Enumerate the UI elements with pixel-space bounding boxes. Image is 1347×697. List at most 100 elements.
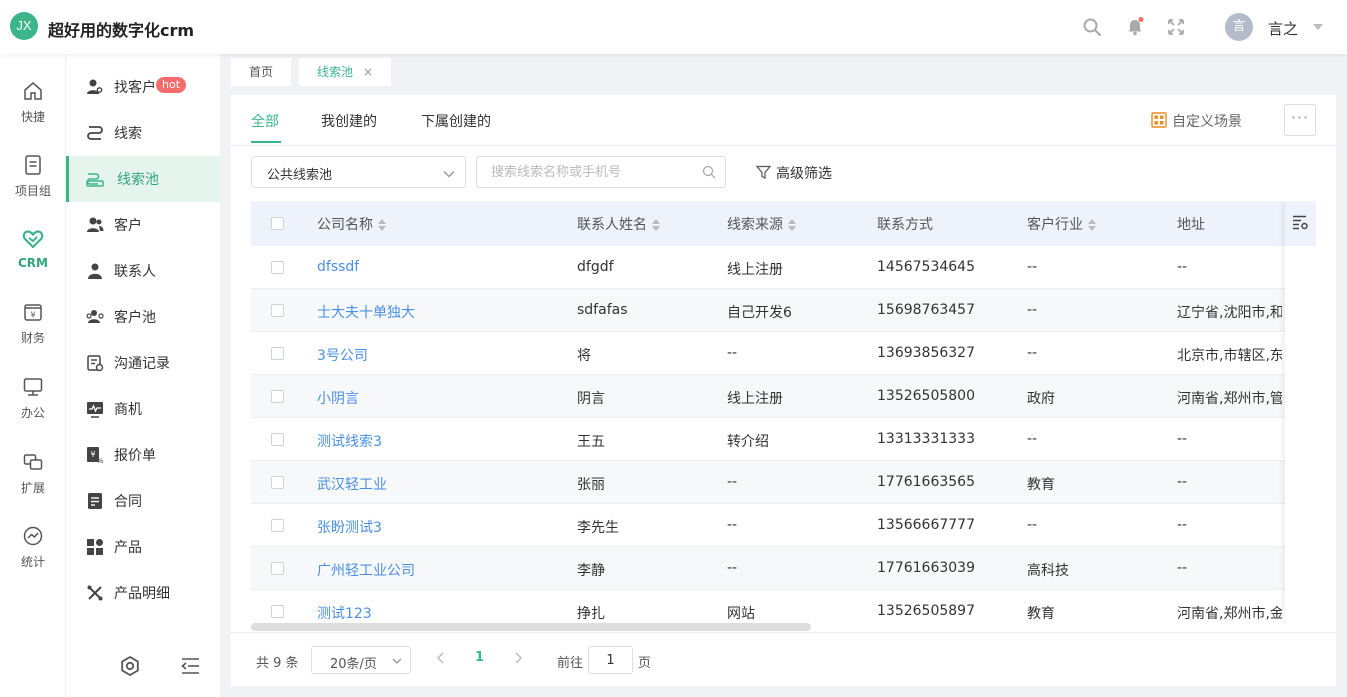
phone-cell: 15698763457	[877, 302, 975, 318]
collapse-menu-icon[interactable]	[179, 655, 201, 677]
username[interactable]: 言之	[1268, 18, 1298, 39]
svg-text:%: %	[97, 457, 104, 464]
sort-icon[interactable]	[652, 219, 660, 231]
page-tab-clue-pool[interactable]: 线索池 ×	[299, 58, 392, 86]
subnav-item-label: 找客户	[114, 80, 156, 96]
row-checkbox[interactable]	[271, 605, 284, 618]
page-size-select[interactable]: 20条/页	[311, 646, 411, 674]
table-row[interactable]: 广州轻工业公司 李静 -- 17761663039 高科技 --	[251, 547, 1316, 590]
column-header-contact-name[interactable]: 联系人姓名	[577, 214, 660, 234]
close-icon[interactable]: ×	[363, 65, 373, 79]
column-header-source[interactable]: 线索来源	[727, 214, 796, 234]
rail-item-finance[interactable]: ¥ 财务	[0, 301, 66, 361]
table-row[interactable]: 士大夫十单独大 sdfafas 自己开发6 15698763457 -- 辽宁省…	[251, 289, 1316, 332]
subnav-item-record[interactable]: 沟通记录	[66, 340, 220, 386]
row-checkbox[interactable]	[271, 347, 284, 360]
phone-cell: 13693856327	[877, 345, 975, 361]
rail-item-extend[interactable]: 扩展	[0, 451, 66, 511]
more-button[interactable]: ···	[1284, 104, 1316, 136]
sort-icon[interactable]	[788, 219, 796, 231]
contract-icon	[88, 493, 102, 509]
rail-item-project[interactable]: 项目组	[0, 154, 66, 214]
divider	[231, 145, 1336, 146]
subnav-item-product[interactable]: 产品	[66, 524, 220, 570]
subnav-item-customer[interactable]: 客户	[66, 202, 220, 248]
row-checkbox[interactable]	[271, 519, 284, 532]
company-name-link[interactable]: 张盼测试3	[317, 517, 382, 537]
company-name-link[interactable]: 士大夫十单独大	[317, 302, 415, 322]
sort-icon[interactable]	[1088, 219, 1096, 231]
crm-subnav: 找客户 hot 线索 线索池 客户 联系人 客户池 沟通记录 商机 ¥% 报价单…	[66, 54, 220, 697]
company-name-link[interactable]: 广州轻工业公司	[317, 560, 415, 580]
company-name-link[interactable]: dfssdf	[317, 259, 359, 275]
search-input[interactable]	[476, 156, 726, 188]
row-checkbox[interactable]	[271, 304, 284, 317]
source-cell: 线上注册	[727, 391, 783, 407]
rail-item-office[interactable]: 办公	[0, 376, 66, 436]
subnav-item-clue-pool[interactable]: 线索池	[66, 156, 220, 202]
row-checkbox[interactable]	[271, 261, 284, 274]
company-name-link[interactable]: 3号公司	[317, 345, 368, 365]
page-number-current[interactable]: 1	[475, 650, 484, 665]
bell-icon[interactable]	[1125, 17, 1145, 37]
subnav-item-contact[interactable]: 联系人	[66, 248, 220, 294]
subnav-item-opportunity[interactable]: 商机	[66, 386, 220, 432]
subnav-item-clue[interactable]: 线索	[66, 110, 220, 156]
chevron-left-icon[interactable]	[435, 650, 447, 666]
rail-item-quick[interactable]: 快捷	[0, 80, 66, 140]
chevron-down-icon[interactable]	[1313, 24, 1323, 30]
subnav-item-contract[interactable]: 合同	[66, 478, 220, 524]
company-name-link[interactable]: 小阴言	[317, 388, 359, 408]
sort-icon[interactable]	[378, 219, 386, 231]
scene-tab-all[interactable]: 全部	[251, 111, 279, 131]
scene-tab-subordinates[interactable]: 下属创建的	[421, 111, 491, 131]
subnav-item-product-detail[interactable]: 产品明细	[66, 570, 220, 616]
contact-name-cell: 将	[577, 348, 591, 364]
document-icon	[25, 155, 41, 175]
row-checkbox[interactable]	[271, 390, 284, 403]
settings-icon[interactable]	[119, 655, 141, 677]
table-row[interactable]: 测试线索3 王五 转介绍 13313331333 -- --	[251, 418, 1316, 461]
scene-tab-mine[interactable]: 我创建的	[321, 111, 377, 131]
company-name-link[interactable]: 测试123	[317, 603, 372, 623]
select-all-checkbox[interactable]	[271, 217, 284, 230]
table-row[interactable]: dfssdf dfgdf 线上注册 14567534645 -- --	[251, 246, 1316, 289]
pool-select[interactable]: 公共线索池	[251, 156, 466, 188]
rail-item-label: 财务	[20, 331, 45, 345]
company-name-link[interactable]: 测试线索3	[317, 431, 382, 451]
product-detail-icon	[87, 585, 103, 601]
company-name-link[interactable]: 武汉轻工业	[317, 474, 387, 494]
fullscreen-icon[interactable]	[1166, 17, 1186, 37]
app-logo[interactable]: JX	[10, 12, 38, 40]
rail-item-crm[interactable]: CRM	[0, 228, 66, 288]
subnav-item-find-customer[interactable]: 找客户 hot	[66, 64, 220, 110]
page-tab-home[interactable]: 首页	[231, 58, 292, 86]
subnav-item-customer-pool[interactable]: 客户池	[66, 294, 220, 340]
search-icon[interactable]	[702, 165, 716, 179]
horizontal-scrollbar[interactable]	[251, 623, 811, 631]
filter-icon	[756, 165, 771, 179]
column-settings-icon[interactable]	[1292, 214, 1309, 231]
table-row[interactable]: 张盼测试3 李先生 -- 13566667777 -- --	[251, 504, 1316, 547]
table-row[interactable]: 小阴言 阴言 线上注册 13526505800 政府 河南省,郑州市,管...	[251, 375, 1316, 418]
row-checkbox[interactable]	[271, 433, 284, 446]
subnav-item-quote[interactable]: ¥% 报价单	[66, 432, 220, 478]
subnav-item-label: 沟通记录	[114, 356, 170, 372]
contact-name-cell: 李静	[577, 563, 605, 579]
avatar[interactable]: 言	[1225, 13, 1253, 41]
table-row[interactable]: 3号公司 将 -- 13693856327 -- 北京市,市辖区,东...	[251, 332, 1316, 375]
chevron-right-icon[interactable]	[512, 650, 524, 666]
rail-item-stats[interactable]: 统计	[0, 525, 66, 585]
row-checkbox[interactable]	[271, 476, 284, 489]
contact-name-cell: 李先生	[577, 520, 619, 536]
row-checkbox[interactable]	[271, 562, 284, 575]
table-row[interactable]: 测试123 挣扎 网站 13526505897 教育 河南省,郑州市,金...	[251, 590, 1316, 624]
search-icon[interactable]	[1082, 17, 1102, 37]
table-row[interactable]: 武汉轻工业 张丽 -- 17761663565 教育 --	[251, 461, 1316, 504]
column-header-company[interactable]: 公司名称	[317, 214, 386, 234]
column-header-industry[interactable]: 客户行业	[1027, 214, 1096, 234]
source-cell: --	[727, 560, 738, 576]
goto-page-input[interactable]	[588, 646, 633, 674]
total-count: 共 9 条	[256, 656, 299, 671]
column-header-address: 地址	[1177, 217, 1205, 233]
